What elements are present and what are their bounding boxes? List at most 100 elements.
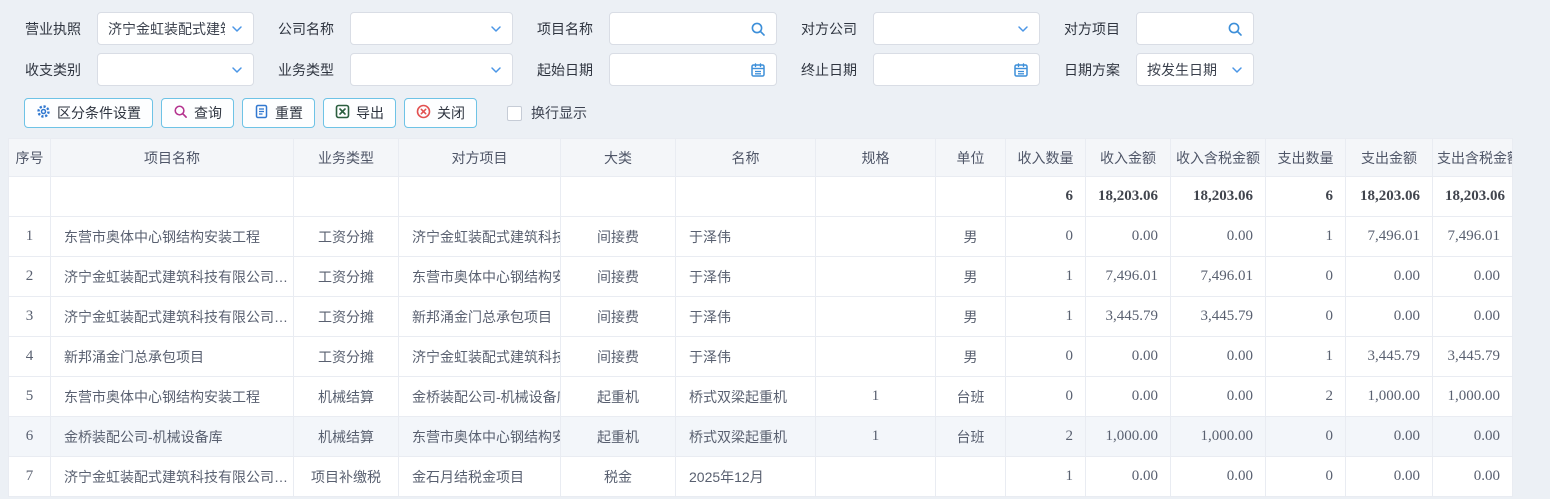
cell: 东营市奥体中心钢结构安装 bbox=[399, 257, 561, 297]
reset-button[interactable]: 重置 bbox=[242, 98, 315, 128]
chevron-down-icon bbox=[231, 23, 243, 35]
calendar-icon[interactable] bbox=[750, 62, 766, 78]
cell: 1 bbox=[1006, 297, 1086, 337]
export-button[interactable]: 导出 bbox=[323, 98, 396, 128]
cell: 0.00 bbox=[1086, 337, 1171, 377]
column-header: 大类 bbox=[561, 139, 676, 177]
cell: 18,203.06 bbox=[1346, 177, 1433, 217]
column-header: 业务类型 bbox=[294, 139, 399, 177]
cell: 间接费 bbox=[561, 217, 676, 257]
cell: 台班 bbox=[936, 417, 1006, 457]
chevron-down-icon bbox=[490, 23, 502, 35]
cell: 税金 bbox=[561, 457, 676, 497]
cell: 6 bbox=[1006, 177, 1086, 217]
column-header: 单位 bbox=[936, 139, 1006, 177]
calendar-icon[interactable] bbox=[1013, 62, 1029, 78]
filter-row-1: 营业执照 济宁金虹装配式建筑 公司名称 项目名称 bbox=[25, 12, 1550, 45]
filter-label: 终止日期 bbox=[801, 60, 857, 80]
column-header: 支出数量 bbox=[1266, 139, 1346, 177]
cell: 2 bbox=[1266, 377, 1346, 417]
table-header-row: 序号项目名称业务类型对方项目大类名称规格单位收入数量收入金额收入含税金额支出数量… bbox=[9, 139, 1513, 177]
chevron-down-icon bbox=[1017, 23, 1029, 35]
column-header: 规格 bbox=[816, 139, 936, 177]
cell: 4 bbox=[9, 337, 51, 377]
cell: 0 bbox=[1266, 297, 1346, 337]
cell: 7,496.01 bbox=[1433, 217, 1513, 257]
cell: 0.00 bbox=[1433, 457, 1513, 497]
business-type-select[interactable] bbox=[350, 53, 513, 86]
search-icon[interactable] bbox=[1227, 21, 1243, 37]
cell: 桥式双梁起重机 bbox=[676, 377, 816, 417]
table-row[interactable]: 4新邦涌金门总承包项目工资分摊济宁金虹装配式建筑科技有间接费于泽伟男00.000… bbox=[9, 337, 1513, 377]
cell: 0 bbox=[1266, 257, 1346, 297]
cell: 1,000.00 bbox=[1086, 417, 1171, 457]
business-license-select[interactable]: 济宁金虹装配式建筑 bbox=[97, 12, 254, 45]
column-header: 收入数量 bbox=[1006, 139, 1086, 177]
counterparty-company-select[interactable] bbox=[873, 12, 1040, 45]
counterparty-project-input[interactable] bbox=[1136, 12, 1254, 45]
cell: 1 bbox=[1006, 257, 1086, 297]
date-scheme-select[interactable]: 按发生日期 bbox=[1136, 53, 1254, 86]
cell: 3,445.79 bbox=[1171, 297, 1266, 337]
filter-label: 对方项目 bbox=[1064, 19, 1120, 39]
cell: 东营市奥体中心钢结构安装工程 bbox=[51, 377, 294, 417]
table-row[interactable]: 3济宁金虹装配式建筑科技有限公司…工资分摊新邦涌金门总承包项目间接费于泽伟男13… bbox=[9, 297, 1513, 337]
income-expense-category-select[interactable] bbox=[97, 53, 254, 86]
company-name-select[interactable] bbox=[350, 12, 513, 45]
cell: 2 bbox=[1006, 417, 1086, 457]
cell: 7 bbox=[9, 457, 51, 497]
cell bbox=[816, 457, 936, 497]
cell bbox=[816, 257, 936, 297]
project-name-input[interactable] bbox=[609, 12, 777, 45]
table-row[interactable]: 7济宁金虹装配式建筑科技有限公司…项目补缴税金石月结税金项目税金2025年12月… bbox=[9, 457, 1513, 497]
table-row[interactable]: 6金桥装配公司-机械设备库机械结算东营市奥体中心钢结构安装起重机桥式双梁起重机1… bbox=[9, 417, 1513, 457]
cell: 0 bbox=[1266, 457, 1346, 497]
chevron-down-icon bbox=[1231, 64, 1243, 76]
cell: 0.00 bbox=[1346, 257, 1433, 297]
cell: 6 bbox=[1266, 177, 1346, 217]
wrap-display-label: 换行显示 bbox=[531, 103, 587, 123]
cell: 0 bbox=[1006, 217, 1086, 257]
start-date-input[interactable] bbox=[609, 53, 777, 86]
cell: 3,445.79 bbox=[1086, 297, 1171, 337]
cell: 2 bbox=[9, 257, 51, 297]
cell: 0.00 bbox=[1346, 297, 1433, 337]
filter-label: 营业执照 bbox=[25, 19, 81, 39]
table-row[interactable]: 5东营市奥体中心钢结构安装工程机械结算金桥装配公司-机械设备库起重机桥式双梁起重… bbox=[9, 377, 1513, 417]
export-icon bbox=[335, 104, 350, 122]
end-date-input[interactable] bbox=[873, 53, 1040, 86]
cell: 3,445.79 bbox=[1346, 337, 1433, 377]
cell: 金石月结税金项目 bbox=[399, 457, 561, 497]
cell: 东营市奥体中心钢结构安装 bbox=[399, 417, 561, 457]
condition-settings-button[interactable]: 区分条件设置 bbox=[24, 98, 153, 128]
filter-panel: 营业执照 济宁金虹装配式建筑 公司名称 项目名称 bbox=[0, 0, 1550, 86]
cell: 男 bbox=[936, 257, 1006, 297]
search-icon[interactable] bbox=[750, 21, 766, 37]
cell: 新邦涌金门总承包项目 bbox=[399, 297, 561, 337]
query-button[interactable]: 查询 bbox=[161, 98, 234, 128]
cell bbox=[816, 297, 936, 337]
cell: 0 bbox=[1006, 377, 1086, 417]
cell: 金桥装配公司-机械设备库 bbox=[51, 417, 294, 457]
cell bbox=[51, 177, 294, 217]
filter-label: 对方公司 bbox=[801, 19, 857, 39]
cell: 0 bbox=[1266, 417, 1346, 457]
wrap-display-checkbox[interactable] bbox=[507, 106, 522, 121]
cell: 间接费 bbox=[561, 337, 676, 377]
table-row[interactable]: 2济宁金虹装配式建筑科技有限公司…工资分摊东营市奥体中心钢结构安装间接费于泽伟男… bbox=[9, 257, 1513, 297]
column-header: 名称 bbox=[676, 139, 816, 177]
cell bbox=[561, 177, 676, 217]
cell: 济宁金虹装配式建筑科技有限公司… bbox=[51, 257, 294, 297]
cell: 0 bbox=[1006, 337, 1086, 377]
summary-row[interactable]: 618,203.0618,203.06618,203.0618,203.06 bbox=[9, 177, 1513, 217]
cell: 于泽伟 bbox=[676, 257, 816, 297]
cell bbox=[816, 217, 936, 257]
cell: 1 bbox=[816, 377, 936, 417]
table-row[interactable]: 1东营市奥体中心钢结构安装工程工资分摊济宁金虹装配式建筑科技有间接费于泽伟男00… bbox=[9, 217, 1513, 257]
cell: 0.00 bbox=[1086, 217, 1171, 257]
cell: 于泽伟 bbox=[676, 217, 816, 257]
search-icon bbox=[173, 104, 188, 122]
close-button[interactable]: 关闭 bbox=[404, 98, 477, 128]
filter-row-2: 收支类别 业务类型 起始日期 bbox=[25, 53, 1550, 86]
chevron-down-icon bbox=[490, 64, 502, 76]
